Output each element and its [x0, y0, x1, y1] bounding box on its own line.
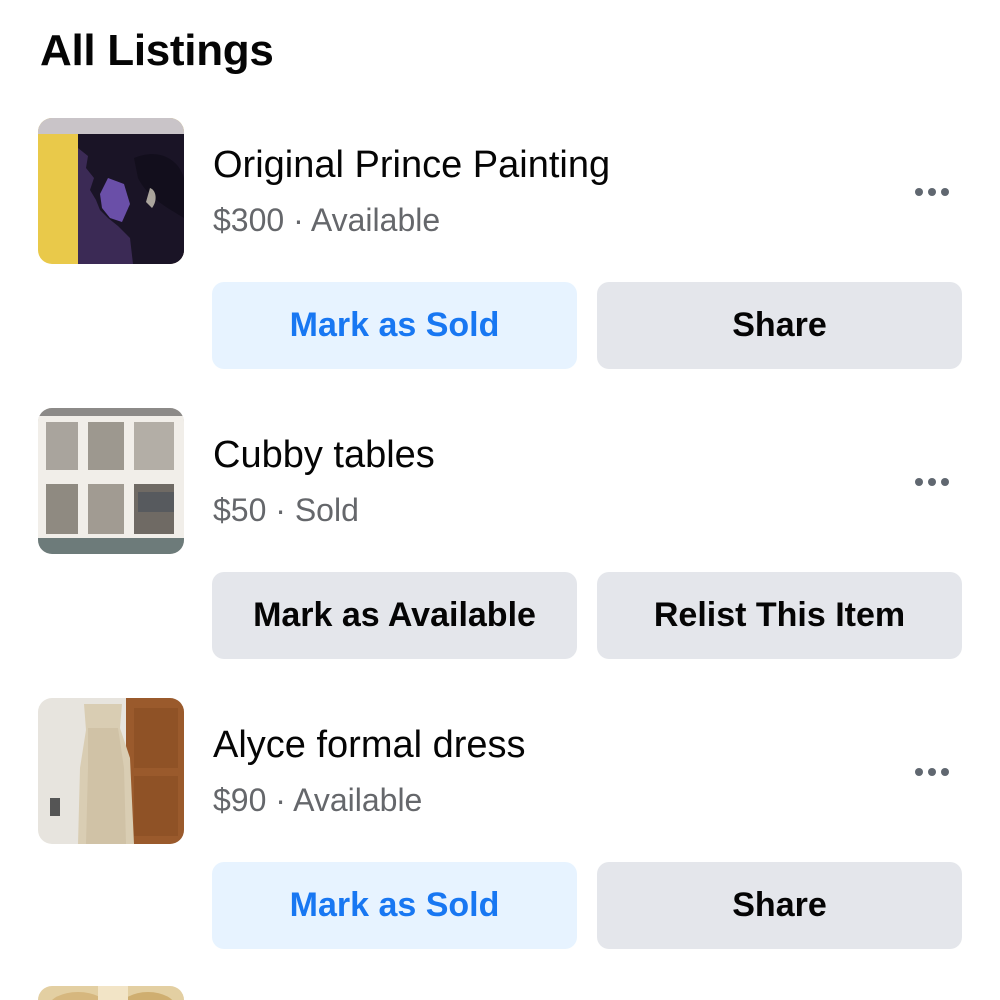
more-horizontal-icon	[913, 188, 952, 196]
painting-image	[38, 118, 184, 264]
listing-thumbnail[interactable]	[38, 698, 184, 844]
listing-title[interactable]: Original Prince Painting	[213, 144, 610, 187]
listing-item: Alyce formal dress $90 · Available Mark …	[0, 698, 1000, 949]
listing-price: $300	[213, 202, 285, 238]
listing-status: Available	[293, 782, 423, 818]
cubby-tables-image	[38, 408, 184, 554]
listing-status: Available	[310, 202, 441, 238]
listing-status: Sold	[294, 492, 359, 528]
relist-item-button[interactable]: Relist This Item	[597, 572, 962, 659]
separator-dot: ·	[275, 492, 286, 528]
listing-price: $50	[213, 492, 267, 528]
more-options-button[interactable]	[902, 170, 962, 214]
share-button[interactable]: Share	[597, 862, 962, 949]
listing-thumbnail[interactable]	[38, 408, 184, 554]
listing-item: Cubby tables $50 · Sold Mark as Availabl…	[0, 408, 1000, 659]
listing-price-status: $300 · Available	[213, 202, 440, 239]
section-title: All Listings	[40, 26, 274, 75]
dress-image	[38, 698, 184, 844]
listing-thumbnail[interactable]	[38, 118, 184, 264]
separator-dot: ·	[275, 782, 286, 818]
mark-as-sold-button[interactable]: Mark as Sold	[212, 862, 577, 949]
marketplace-listings-page: All Listings Original Prince Painting $3…	[0, 0, 1000, 1000]
listing-item: Original Prince Painting $300 · Availabl…	[0, 118, 1000, 369]
more-horizontal-icon	[913, 478, 952, 486]
more-horizontal-icon	[913, 768, 952, 776]
partial-item-image	[38, 986, 184, 1000]
more-options-button[interactable]	[902, 750, 962, 794]
share-button[interactable]: Share	[597, 282, 962, 369]
listing-title[interactable]: Alyce formal dress	[213, 724, 526, 767]
listing-price-status: $50 · Sold	[213, 492, 359, 529]
mark-as-available-button[interactable]: Mark as Available	[212, 572, 577, 659]
listing-thumbnail-partial[interactable]	[38, 986, 184, 1000]
listing-price: $90	[213, 782, 267, 818]
listing-price-status: $90 · Available	[213, 782, 422, 819]
more-options-button[interactable]	[902, 460, 962, 504]
listing-title[interactable]: Cubby tables	[213, 434, 435, 477]
mark-as-sold-button[interactable]: Mark as Sold	[212, 282, 577, 369]
separator-dot: ·	[293, 202, 304, 238]
